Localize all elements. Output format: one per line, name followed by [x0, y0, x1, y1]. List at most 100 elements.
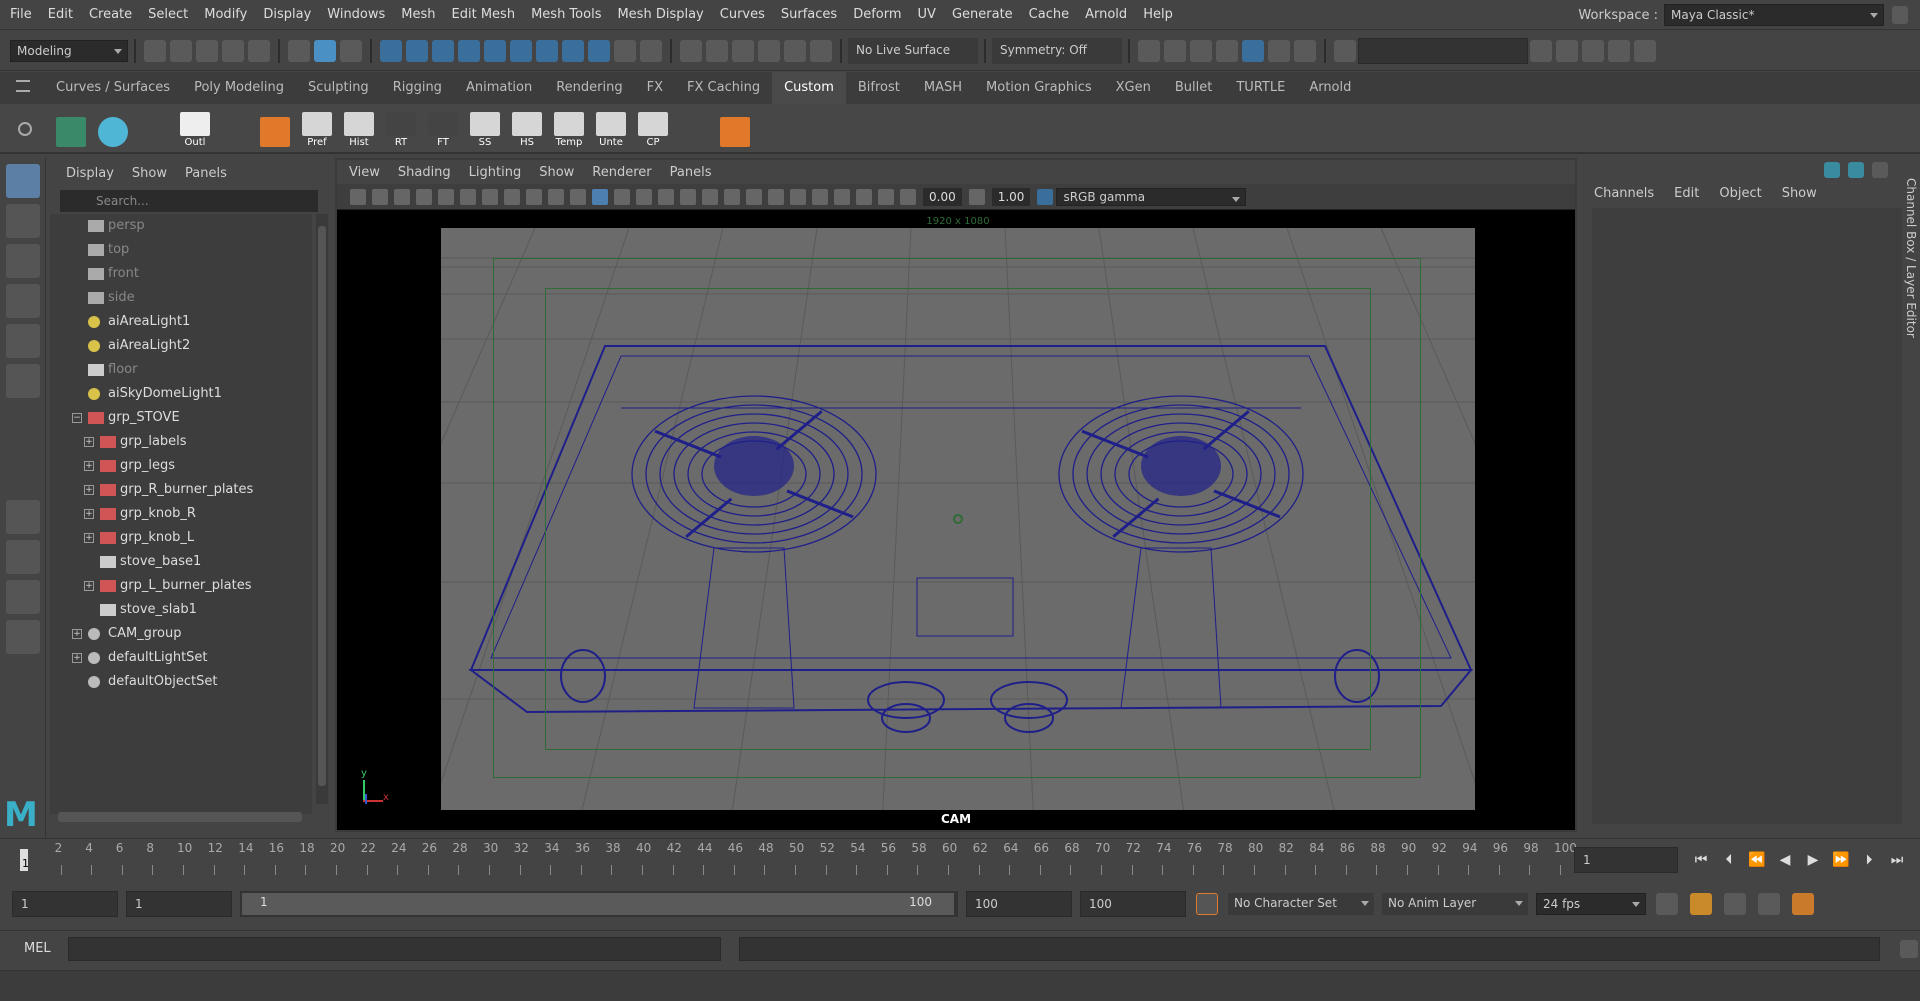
expand-toggle-icon[interactable]: + [84, 485, 94, 495]
expand-toggle-icon[interactable]: + [72, 629, 82, 639]
sidebar-icon-2[interactable] [1556, 39, 1578, 62]
xray-components-icon[interactable] [878, 188, 894, 205]
shelf-tab-bullet[interactable]: Bullet [1163, 72, 1224, 104]
shelf-button-temp[interactable]: Temp [550, 108, 588, 148]
highlight-selection-icon[interactable] [640, 39, 662, 62]
shelf-tab-mash[interactable]: MASH [912, 72, 974, 104]
snap-point-icon[interactable] [732, 39, 754, 62]
step-forward-frame-icon[interactable]: ⏩ [1830, 849, 1852, 871]
shelf-button-rt[interactable]: RT [382, 108, 420, 148]
playback-end-field[interactable]: 100 [966, 891, 1072, 917]
menu-generate[interactable]: Generate [944, 0, 1021, 30]
shelf-tab-rendering[interactable]: Rendering [544, 72, 634, 104]
pause-icon[interactable] [1294, 39, 1316, 62]
expand-toggle-icon[interactable]: + [84, 581, 94, 591]
shelf-menu-icon[interactable] [16, 80, 30, 92]
expand-toggle-icon[interactable]: + [84, 461, 94, 471]
current-frame-field[interactable]: 1 [1574, 847, 1678, 873]
use-lights-icon[interactable] [680, 188, 696, 205]
channelbox-menu-object[interactable]: Object [1719, 186, 1761, 201]
shelf-button-hs[interactable]: HS [508, 108, 546, 148]
menu-arnold[interactable]: Arnold [1077, 0, 1135, 30]
select-tool-icon[interactable] [6, 164, 40, 198]
sound-icon[interactable] [1724, 893, 1746, 915]
expand-toggle-icon[interactable]: + [84, 437, 94, 447]
mask-deform-icon[interactable] [536, 39, 558, 62]
outliner-node[interactable]: + grp_knob_L [50, 526, 312, 550]
outliner-node[interactable]: stove_slab1 [50, 598, 312, 622]
redo-icon[interactable] [248, 39, 270, 62]
undo-icon[interactable] [222, 39, 244, 62]
sphere-shelf-button[interactable] [94, 108, 132, 148]
rotate-tool-icon[interactable] [6, 324, 40, 358]
fps-dropdown[interactable]: 24 fps [1536, 893, 1646, 915]
outliner-node[interactable]: top [50, 238, 312, 262]
single-perspective-layout-icon[interactable] [6, 500, 40, 534]
viewport-menu-view[interactable]: View [349, 165, 380, 180]
color-space-dropdown[interactable]: sRGB gamma [1056, 187, 1247, 206]
grid-toggle-icon[interactable] [438, 188, 454, 205]
select-hierarchy-icon[interactable] [288, 39, 310, 62]
image-plane-icon[interactable] [416, 188, 432, 205]
shelf-button-pref[interactable]: Pref [298, 108, 336, 148]
outliner-node[interactable]: persp [50, 214, 312, 238]
playback-start-field[interactable]: 1 [126, 891, 232, 917]
menu-mesh[interactable]: Mesh [393, 0, 443, 30]
channelbox-menu-edit[interactable]: Edit [1674, 186, 1699, 201]
shelf-tab-fx[interactable]: FX [635, 72, 675, 104]
play-forwards-icon[interactable]: ▶ [1802, 849, 1824, 871]
depth-of-field-icon[interactable] [790, 188, 806, 205]
textured-icon[interactable] [658, 188, 674, 205]
outliner-node[interactable]: stove_base1 [50, 550, 312, 574]
shadows-icon[interactable] [702, 188, 718, 205]
open-scene-icon[interactable] [170, 39, 192, 62]
outliner-node[interactable]: floor [50, 358, 312, 382]
outliner-node[interactable]: + grp_legs [50, 454, 312, 478]
color-management-icon[interactable] [1037, 188, 1054, 205]
lock-icon[interactable] [1892, 6, 1908, 24]
expand-toggle-icon[interactable]: + [72, 653, 82, 663]
menu-select[interactable]: Select [140, 0, 196, 30]
viewport-menu-panels[interactable]: Panels [670, 165, 712, 180]
viewport-menu-lighting[interactable]: Lighting [469, 165, 522, 180]
menu-modify[interactable]: Modify [196, 0, 255, 30]
shelf-settings-icon[interactable] [18, 122, 32, 136]
safe-action-icon[interactable] [548, 188, 564, 205]
expand-toggle-icon[interactable]: + [84, 533, 94, 543]
start-time-field[interactable]: 1 [12, 891, 118, 917]
mask-edge-icon[interactable] [406, 39, 428, 62]
shelf-button-ft[interactable]: FT [424, 108, 462, 148]
outliner-menu-show[interactable]: Show [132, 166, 167, 181]
outliner-layout-icon[interactable] [6, 620, 40, 654]
outliner-node[interactable]: aiSkyDomeLight1 [50, 382, 312, 406]
auto-key-icon[interactable] [1196, 893, 1218, 915]
render-settings-icon[interactable] [1216, 39, 1238, 62]
menu-uv[interactable]: UV [910, 0, 944, 30]
save-scene-icon[interactable] [196, 39, 218, 62]
viewport-menu-renderer[interactable]: Renderer [592, 165, 651, 180]
mask-dynamics-icon[interactable] [562, 39, 584, 62]
time-ruler[interactable]: 2 4 6 8 10 12 14 16 18 20 22 24 26 28 30 32 34 36 38 40 42 44… [20, 841, 1577, 879]
bookmark-icon[interactable] [394, 188, 410, 205]
select-object-icon[interactable] [314, 39, 336, 62]
mask-uv-icon[interactable] [458, 39, 480, 62]
channel-box-area[interactable] [1592, 208, 1902, 824]
character-set-dropdown[interactable]: No Character Set [1228, 893, 1374, 915]
symmetry-dropdown[interactable]: Symmetry: Off [992, 37, 1122, 64]
modeling-toolkit-icon[interactable] [1872, 162, 1888, 178]
outliner-node[interactable]: + grp_labels [50, 430, 312, 454]
menu-edit[interactable]: Edit [40, 0, 81, 30]
new-scene-icon[interactable] [144, 39, 166, 62]
shelf-tab-xgen[interactable]: XGen [1104, 72, 1163, 104]
four-view-layout-icon[interactable] [6, 540, 40, 574]
step-forward-key-icon[interactable]: ⏵ [1858, 849, 1880, 871]
input-line-toggle-icon[interactable] [1334, 39, 1356, 62]
step-back-key-icon[interactable]: ⏴ [1718, 849, 1740, 871]
paint-select-tool-icon[interactable] [6, 244, 40, 278]
outliner-menu-panels[interactable]: Panels [185, 166, 227, 181]
menu-cache[interactable]: Cache [1021, 0, 1077, 30]
quick-select-field[interactable] [1358, 37, 1528, 64]
gamma-icon[interactable] [968, 188, 985, 205]
wireframe-icon[interactable] [592, 188, 608, 205]
shelf-tab-fx-caching[interactable]: FX Caching [675, 72, 772, 104]
